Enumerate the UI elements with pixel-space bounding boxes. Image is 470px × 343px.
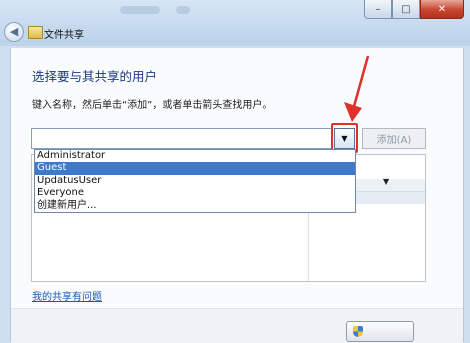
user-name-input[interactable]: [31, 128, 332, 149]
back-arrow-icon[interactable]: ◀: [4, 22, 24, 42]
chevron-down-icon[interactable]: ▼: [383, 177, 389, 186]
blurred-title-fragment: [120, 6, 160, 14]
close-button[interactable]: ✕: [420, 0, 464, 19]
title-bar: – □ ✕ ◀ 文件共享: [0, 0, 470, 46]
window-controls: – □ ✕: [364, 0, 464, 19]
minimize-button[interactable]: –: [364, 0, 392, 19]
dropdown-option-everyone[interactable]: Everyone: [35, 187, 355, 199]
instruction-text: 键入名称，然后单击“添加”，或者单击箭头查找用户。: [32, 100, 273, 111]
shield-icon: [353, 326, 363, 337]
dropdown-option-guest[interactable]: Guest: [35, 162, 355, 175]
file-sharing-icon: [28, 26, 43, 39]
page-heading: 选择要与其共享的用户: [32, 69, 158, 84]
share-button[interactable]: [346, 321, 414, 342]
add-button[interactable]: 添加(A): [362, 128, 426, 149]
dropdown-option-administrator[interactable]: Administrator: [35, 150, 355, 162]
help-link[interactable]: 我的共享有问题: [32, 288, 102, 303]
window-title: 文件共享: [44, 30, 84, 41]
maximize-button[interactable]: □: [392, 0, 420, 19]
annotation-arrow-icon: [344, 56, 370, 122]
blurred-title-fragment: [176, 6, 190, 14]
dialog-content: 选择要与其共享的用户 键入名称，然后单击“添加”，或者单击箭头查找用户。 ▼ 添…: [10, 48, 464, 343]
dropdown-option-create-user[interactable]: 创建新用户...: [35, 200, 355, 212]
dropdown-option-updatususer[interactable]: UpdatusUser: [35, 175, 355, 187]
user-dropdown-list[interactable]: Administrator Guest UpdatusUser Everyone…: [34, 149, 356, 213]
